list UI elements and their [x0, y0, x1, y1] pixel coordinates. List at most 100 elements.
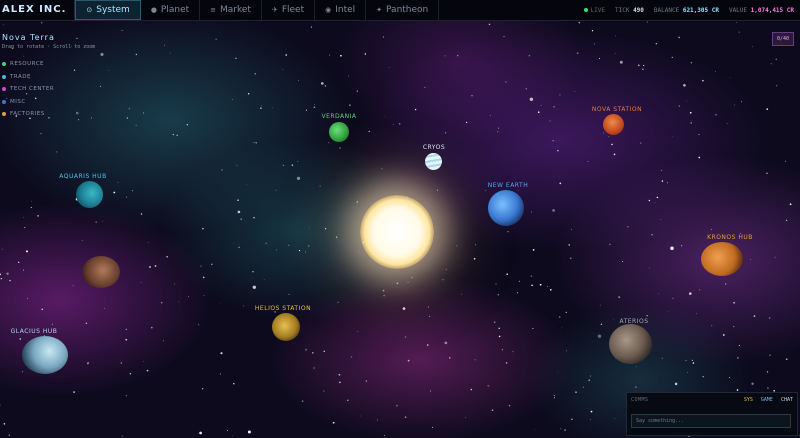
star-dot [135, 53, 138, 56]
star-dot [678, 36, 680, 39]
star-dot [661, 169, 663, 171]
star-dot [332, 421, 335, 424]
star-dot [297, 161, 299, 162]
star-dot [618, 296, 621, 299]
zoom-indicator[interactable]: 0/40 [771, 32, 794, 46]
star-dot [561, 326, 563, 328]
star-dot [247, 430, 251, 434]
star-dot [30, 206, 32, 209]
star-dot [619, 60, 623, 64]
system-name: Nova Terra [2, 33, 55, 42]
comms-tab-game[interactable]: GAME [761, 397, 773, 403]
star-dot [729, 377, 731, 378]
star-dot [497, 131, 499, 133]
star-dot [227, 430, 228, 432]
tab-market[interactable]: ≡ Market [200, 0, 262, 20]
star-dot [146, 369, 149, 372]
star-dot [9, 279, 11, 282]
star-dot [518, 280, 520, 282]
star-dot [305, 109, 308, 111]
star-dot [552, 208, 556, 212]
star-dot [505, 81, 507, 83]
system-icon: ⊙ [86, 6, 93, 14]
star-dot [558, 316, 561, 318]
star-dot [275, 189, 277, 191]
tab-intel[interactable]: ◉ Intel [315, 0, 367, 20]
star-dot [198, 324, 200, 326]
star-dot [407, 282, 409, 283]
star-dot [356, 90, 358, 92]
star-dot [646, 21, 648, 23]
star-sun[interactable] [360, 195, 434, 269]
star-dot [775, 58, 777, 60]
planet-label-helios-station: HELIOS STATION [254, 305, 312, 312]
star-dot [291, 164, 294, 167]
star-dot [570, 228, 572, 230]
planet-aquaris-hub[interactable] [76, 181, 103, 208]
star-dot [678, 105, 681, 107]
value-stat: VALUE 1,074,415 CR [729, 7, 794, 14]
tab-fleet[interactable]: ✈ Fleet [262, 0, 316, 20]
planet-glacius-hub[interactable] [22, 336, 68, 374]
star-dot [603, 132, 605, 134]
star-dot [512, 351, 514, 353]
planet-kronos-hub[interactable] [701, 242, 743, 276]
star-dot [19, 338, 21, 340]
comms-tab-chat[interactable]: CHAT [781, 397, 793, 403]
star-dot [125, 395, 127, 397]
star-dot [552, 140, 554, 142]
star-dot [252, 271, 254, 273]
market-icon: ≡ [210, 6, 217, 14]
star-dot [95, 221, 97, 223]
star-dot [642, 68, 644, 71]
legend-item-tech-center: TECH CENTER [2, 83, 54, 96]
star-dot [736, 21, 738, 24]
star-dot [498, 127, 500, 129]
star-dot [131, 190, 133, 192]
star-dot [532, 249, 535, 251]
star-dot [232, 99, 233, 100]
star-dot [40, 132, 42, 135]
star-dot [135, 124, 137, 126]
star-dot [769, 354, 771, 356]
tab-planet[interactable]: ● Planet [141, 0, 201, 20]
star-dot [237, 210, 241, 214]
tab-system[interactable]: ⊙ System [75, 0, 141, 20]
star-dot [356, 331, 358, 333]
star-dot [340, 54, 342, 57]
star-dot [429, 390, 431, 392]
planet-cryos[interactable] [425, 153, 442, 170]
star-dot [726, 123, 728, 124]
star-dot [360, 415, 361, 417]
star-dot [474, 244, 477, 246]
star-dot [715, 113, 717, 116]
star-dot [614, 35, 616, 37]
planet-helios-station[interactable] [272, 313, 300, 341]
planet-unlabeled-brown[interactable] [82, 256, 120, 288]
planet-verdania[interactable] [329, 122, 349, 142]
star-dot [681, 245, 683, 247]
comms-tab-sys[interactable]: SYS [744, 397, 753, 403]
star-dot [457, 55, 459, 57]
tab-label: System [96, 5, 130, 15]
star-dot [253, 217, 255, 219]
planet-label-verdania: VERDANIA [321, 113, 357, 120]
star-dot [253, 142, 255, 144]
star-dot [734, 104, 736, 106]
planet-nova-station[interactable] [603, 114, 624, 135]
star-dot [449, 357, 451, 359]
star-dot [429, 315, 431, 317]
star-dot [2, 24, 4, 25]
star-dot [654, 202, 656, 204]
chat-input[interactable] [631, 414, 791, 428]
planet-new-earth[interactable] [488, 190, 524, 226]
value-label: VALUE [728, 6, 748, 14]
tab-pantheon[interactable]: ✦ Pantheon [366, 0, 440, 20]
star-dot [265, 242, 267, 244]
star-dot [347, 399, 349, 402]
star-dot [528, 54, 531, 57]
star-dot [104, 307, 105, 309]
planet-aterios[interactable] [609, 324, 652, 364]
live-dot-icon [583, 8, 588, 12]
comms-title: COMMS [631, 396, 649, 403]
